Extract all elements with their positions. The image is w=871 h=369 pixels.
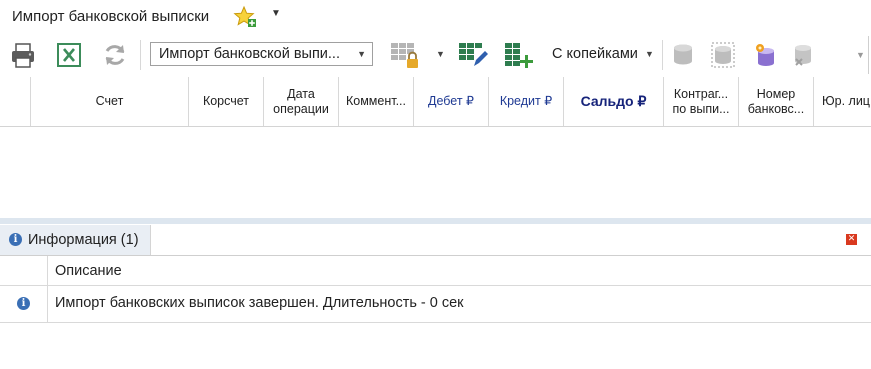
printer-icon[interactable] xyxy=(8,38,38,72)
chevron-down-icon[interactable]: ▼ xyxy=(357,49,366,59)
excel-icon[interactable] xyxy=(54,38,84,72)
column-header-comment[interactable]: Коммент... xyxy=(338,77,413,126)
column-header-statement-number[interactable]: Номер банковс... xyxy=(738,77,813,126)
grid-add-icon[interactable] xyxy=(502,38,536,72)
import-type-select[interactable]: Импорт банковской выпи... ▼ xyxy=(150,42,373,66)
db-icon-disabled[interactable] xyxy=(668,38,698,72)
column-header-operation-date[interactable]: Дата операции xyxy=(263,77,338,126)
tab-information-label: Информация (1) xyxy=(28,232,139,248)
grid-edit-icon[interactable] xyxy=(456,38,490,72)
tab-information[interactable]: i Информация (1) xyxy=(0,225,151,255)
grid-lock-icon[interactable] xyxy=(388,38,422,72)
star-add-icon[interactable] xyxy=(233,5,257,29)
kopecks-dropdown-arrow-icon[interactable]: ▼ xyxy=(645,49,654,59)
column-header-legal-entity[interactable]: Юр. лиц xyxy=(813,77,871,126)
column-header-debit[interactable]: Дебет ₽ xyxy=(413,77,488,126)
window-title: Импорт банковской выписки xyxy=(12,8,210,25)
column-header-credit[interactable]: Кредит ₽ xyxy=(488,77,563,126)
db-delete-icon[interactable] xyxy=(788,38,818,72)
grid-header: Счет Корсчет Дата операции Коммент... Де… xyxy=(0,77,871,127)
toolbar-overflow-icon[interactable]: ▼ xyxy=(856,50,865,60)
column-header-account[interactable]: Счет xyxy=(30,77,188,126)
info-icon: i xyxy=(9,233,22,246)
info-icon: i xyxy=(17,297,30,310)
db-settings-icon[interactable] xyxy=(750,38,780,72)
panel-splitter[interactable] xyxy=(0,218,871,224)
message-text: Импорт банковских выписок завершен. Длит… xyxy=(55,295,464,311)
import-type-select-value: Импорт банковской выпи... xyxy=(159,46,340,62)
column-header-description[interactable]: Описание xyxy=(55,263,122,279)
refresh-icon[interactable] xyxy=(100,38,130,72)
title-bar: Импорт банковской выписки ▼ xyxy=(0,0,871,34)
column-header-balance[interactable]: Сальдо ₽ xyxy=(563,77,663,126)
grid-lock-dropdown-icon[interactable]: ▼ xyxy=(436,49,445,59)
close-icon[interactable]: ✕ xyxy=(846,234,857,245)
kopecks-dropdown[interactable]: С копейками xyxy=(552,46,638,62)
row-indicator-column xyxy=(0,77,30,126)
column-header-counterparty[interactable]: Контраг... по выпи... xyxy=(663,77,738,126)
db-refresh-icon[interactable] xyxy=(708,38,738,72)
title-menu-dropdown-icon[interactable]: ▼ xyxy=(271,8,281,19)
info-table-header: Описание xyxy=(0,255,871,287)
table-row[interactable]: i Импорт банковских выписок завершен. Дл… xyxy=(0,286,871,323)
column-header-corr-account[interactable]: Корсчет xyxy=(188,77,263,126)
